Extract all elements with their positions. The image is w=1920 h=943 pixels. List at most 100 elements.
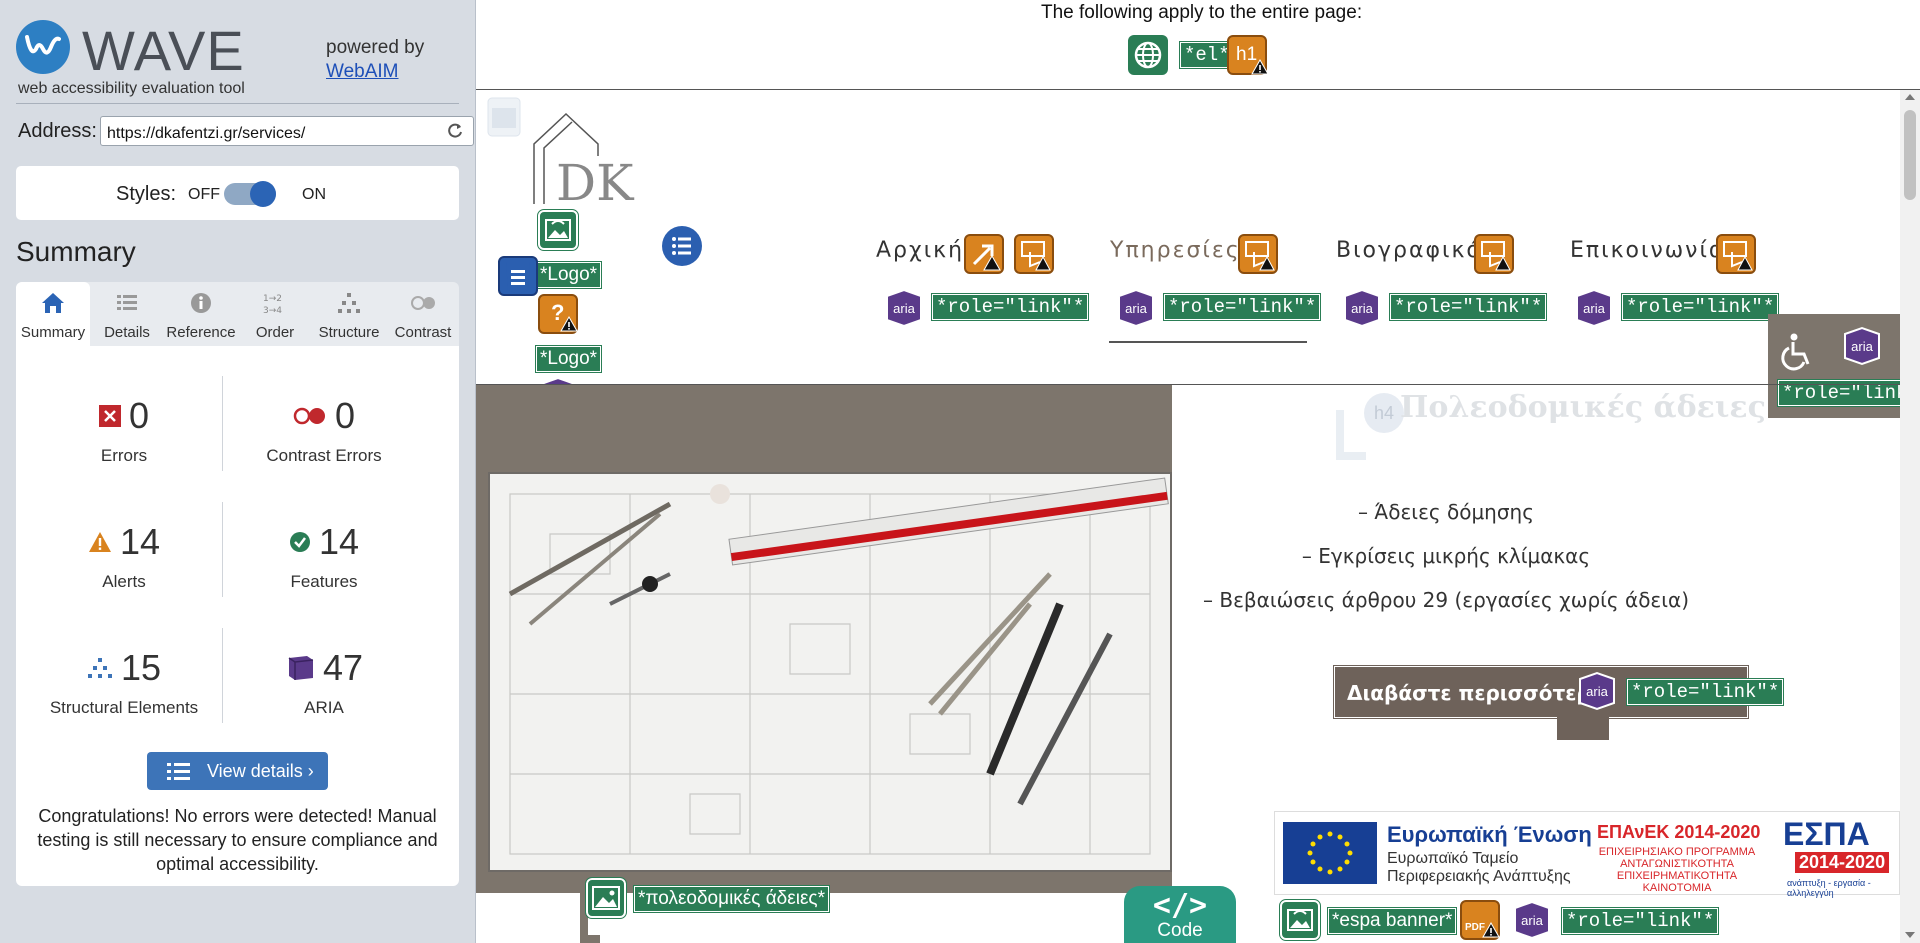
role-link-label[interactable]: *role="link"* xyxy=(1625,678,1785,706)
nav-item-bio[interactable]: Βιογραφικό xyxy=(1336,238,1482,263)
stat-separator xyxy=(222,376,223,471)
stat-structural[interactable]: 15 Structural Elements xyxy=(24,618,224,728)
webaim-link[interactable]: WebAIM xyxy=(326,60,424,84)
pdf-alert-icon[interactable]: PDF xyxy=(1460,900,1500,940)
espa-alt-label[interactable]: *espa banner* xyxy=(1326,907,1458,935)
svg-text:1→2: 1→2 xyxy=(263,294,282,304)
aria-icon[interactable]: aria xyxy=(1842,326,1882,366)
eu-title: Ευρωπαϊκή Ένωση xyxy=(1387,822,1592,847)
tab-label: Structure xyxy=(318,324,380,341)
dk-logo[interactable]: DK xyxy=(532,108,636,204)
styles-toggle[interactable] xyxy=(224,181,276,207)
epanek-subtitle: ΕΠΙΧΕΙΡΗΣΙΑΚΟ ΠΡΟΓΡΑΜΜΑ ΑΝΤΑΓΩΝΙΣΤΙΚΟΤΗΤ… xyxy=(1597,846,1757,894)
espa-years: 2014-2020 xyxy=(1795,852,1890,873)
nav-item-services[interactable]: Υπηρεσίες xyxy=(1110,238,1241,263)
event-handler-icon[interactable] xyxy=(1716,234,1756,274)
role-link-label[interactable]: *role="link"* xyxy=(1620,293,1780,321)
reload-icon[interactable] xyxy=(446,122,464,140)
logo-alt-label[interactable]: *Logo* xyxy=(534,261,603,289)
tab-contrast[interactable]: Contrast xyxy=(386,282,460,346)
summary-heading: Summary xyxy=(16,236,136,267)
stat-contrast-errors[interactable]: 0 Contrast Errors xyxy=(224,366,424,476)
event-handler-icon[interactable] xyxy=(1238,234,1278,274)
code-icon: </> xyxy=(1152,888,1208,923)
wave-title: WAVE xyxy=(82,19,245,82)
stat-errors[interactable]: 0 Errors xyxy=(24,366,224,476)
image-alt-label[interactable]: *πολεοδομικές άδειες* xyxy=(633,885,830,913)
epanek-sub-line: ΕΠΙΧΕΙΡΗΜΑΤΙΚΟΤΗΤΑ xyxy=(1616,870,1738,882)
svg-text:aria: aria xyxy=(1521,913,1543,928)
stat-alerts[interactable]: 14 Alerts xyxy=(24,492,224,602)
services-list: – Άδειες δόμησης – Εγκρίσεις μικρής κλίμ… xyxy=(1076,490,1816,622)
info-icon xyxy=(191,293,211,313)
contrast-errors-count: 0 xyxy=(334,395,356,436)
tab-reference[interactable]: Reference xyxy=(164,282,238,346)
code-tab-button[interactable]: </> Code xyxy=(1124,886,1236,943)
toggle-knob xyxy=(250,181,276,207)
event-handler-icon[interactable] xyxy=(1014,234,1054,274)
error-icon xyxy=(98,405,121,427)
redundant-link-icon[interactable] xyxy=(964,234,1004,274)
styles-on-label: ON xyxy=(302,186,326,203)
stat-aria[interactable]: 47 ARIA xyxy=(224,618,424,728)
tab-summary[interactable]: Summary xyxy=(16,282,90,346)
svg-text:3→4: 3→4 xyxy=(263,306,282,316)
contrast-icon xyxy=(411,296,435,310)
aria-icon[interactable]: aria xyxy=(1574,288,1614,328)
tab-structure[interactable]: Structure xyxy=(312,282,386,346)
event-handler-icon[interactable] xyxy=(1474,234,1514,274)
wheelchair-icon xyxy=(1781,333,1810,371)
eu-subtitle: Ευρωπαϊκό Ταμείο Περιφερειακής Ανάπτυξης xyxy=(1387,850,1571,886)
tab-details[interactable]: Details xyxy=(90,282,164,346)
scroll-down-icon[interactable] xyxy=(1905,932,1915,938)
aria-icon[interactable]: aria xyxy=(884,288,924,328)
address-row: Address: xyxy=(18,116,474,146)
aria-icon[interactable]: aria xyxy=(1342,288,1382,328)
contrast-error-icon xyxy=(293,407,325,425)
unordered-list-icon[interactable] xyxy=(498,256,538,296)
address-input[interactable] xyxy=(100,116,474,146)
lang-label[interactable]: *el* xyxy=(1179,41,1235,69)
structure-icon xyxy=(338,293,360,313)
powered-by-text: powered by xyxy=(326,37,425,58)
aria-icon[interactable]: aria xyxy=(1512,900,1552,940)
role-link-label[interactable]: *role="link"* xyxy=(1162,293,1322,321)
nav-item-contact[interactable]: Επικοινωνία xyxy=(1570,238,1725,263)
logo-alt-label-2[interactable]: *Logo* xyxy=(534,345,603,373)
structural-label: Structural Elements xyxy=(49,698,199,717)
role-link-label[interactable]: *role="link"* xyxy=(1388,293,1548,321)
home-icon xyxy=(42,293,64,313)
tab-order[interactable]: 1→2 3→4 Order xyxy=(238,282,312,346)
aria-icon[interactable]: aria xyxy=(1577,671,1617,711)
eu-sub-line: Ευρωπαϊκό Ταμείο xyxy=(1387,850,1519,867)
suspicious-alt-icon[interactable]: ? xyxy=(538,294,578,334)
role-link-label[interactable]: *role="link"* xyxy=(930,293,1090,321)
navigation-icon[interactable] xyxy=(662,226,702,266)
stat-features[interactable]: 14 Features xyxy=(224,492,424,602)
address-label: Address: xyxy=(18,120,97,142)
image-icon[interactable] xyxy=(585,877,627,919)
view-details-button[interactable]: View details › xyxy=(147,752,328,790)
stat-separator xyxy=(222,628,223,723)
styles-label: Styles: xyxy=(116,183,177,205)
accessibility-widget[interactable]: aria *role="link"* xyxy=(1768,314,1920,418)
hero-image xyxy=(488,472,1172,872)
scroll-up-icon[interactable] xyxy=(1905,94,1915,100)
linked-image-icon[interactable] xyxy=(537,209,579,251)
h1-alert-icon[interactable]: h1 xyxy=(1227,35,1269,75)
aria-cube-icon xyxy=(288,656,314,680)
read-more-button[interactable]: Διαβάστε περισσότερ aria *role="link"* xyxy=(1333,665,1785,719)
espa-logo-text: ΕΣΠΑ xyxy=(1783,816,1870,852)
scroll-thumb[interactable] xyxy=(1904,110,1916,200)
nav-item-home[interactable]: Αρχική xyxy=(876,238,964,263)
wave-tagline: web accessibility evaluation tool xyxy=(18,80,245,97)
read-more-tab xyxy=(1557,716,1609,740)
espa-banner[interactable]: Ευρωπαϊκή Ένωση Ευρωπαϊκό Ταμείο Περιφερ… xyxy=(1274,811,1900,898)
feature-check-icon xyxy=(289,532,310,552)
page-wide-text: The following apply to the entire page: xyxy=(1041,2,1363,23)
role-link-label[interactable]: *role="link"* xyxy=(1560,907,1720,935)
page-scrollbar[interactable] xyxy=(1900,90,1920,943)
language-icon[interactable] xyxy=(1128,35,1168,75)
linked-image-icon[interactable] xyxy=(1279,899,1321,941)
aria-icon[interactable]: aria xyxy=(1116,288,1156,328)
